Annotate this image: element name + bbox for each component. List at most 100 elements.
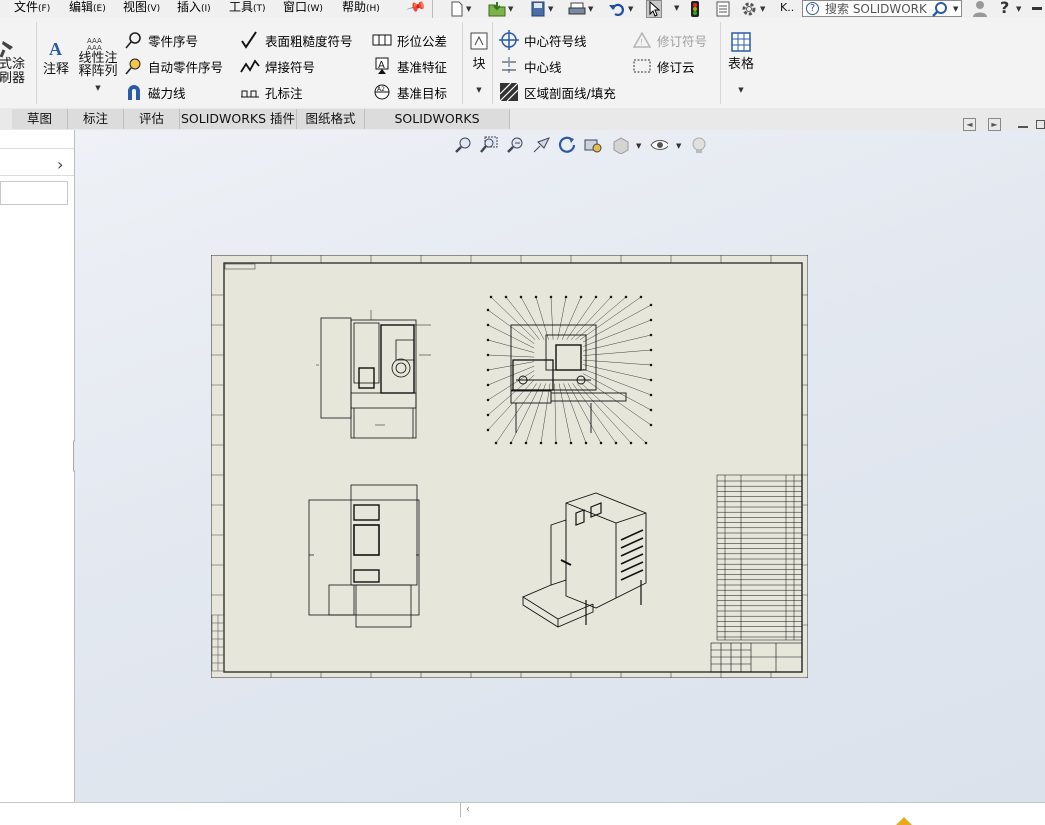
print-button[interactable]: ▼ [568,0,593,18]
revision-cloud-button[interactable]: 修订云 [632,56,695,76]
search-dropdown-icon[interactable]: ▼ [953,5,958,13]
help-button[interactable]: ? [1000,0,1009,17]
menu-view[interactable]: 视图(V) [123,0,160,18]
search-icon[interactable] [931,1,949,17]
weld-symbol-button[interactable]: 焊接符号 [240,56,315,76]
tab-solidworks-inspection[interactable]: SOLIDWORKS Inspection [365,109,510,146]
datum-target-button[interactable]: A2 基准目标 [372,82,447,102]
area-hatch-label: 区域剖面线/填充 [524,85,616,101]
panel-divider [0,148,74,149]
new-document-button[interactable]: ▼ [450,0,471,18]
menu-file[interactable]: 文件(F) [14,0,50,18]
revision-symbol-icon: ! [632,31,652,48]
area-hatch-icon [499,82,519,102]
block-label: 块 [472,57,486,72]
note-label: 注释 [42,62,69,77]
auto-balloon-button[interactable]: 自动零件序号 [125,56,223,76]
hole-callout-button[interactable]: 孔标注 [240,82,303,102]
display-style-icon[interactable] [612,136,630,154]
hide-show-dropdown-icon[interactable]: ▼ [676,142,681,150]
menu-window[interactable]: 窗口(W) [283,0,323,18]
cursor-icon [649,1,661,17]
centerline-label: 中心线 [524,59,562,75]
tab-evaluate[interactable]: 评估 [124,109,180,129]
table-icon [731,32,751,52]
gdt-button[interactable]: 形位公差 [372,30,447,50]
next-sheet-icon[interactable]: ► [988,118,1001,131]
linear-note-pattern-button[interactable]: AAA AAA 线性注 释阵列 ▼ [77,36,119,92]
tab-sheet-format[interactable]: 图纸格式 [297,109,365,129]
menu-insert[interactable]: 插入(I) [177,0,211,18]
filter-input[interactable] [0,181,68,205]
rebuild-button[interactable] [690,0,700,18]
balloon-icon [125,32,141,49]
balloon-button[interactable]: 零件序号 [125,30,198,50]
area-hatch-button[interactable]: 区域剖面线/填充 [499,82,616,102]
panel-divider [0,175,74,176]
status-bar: ‹ [0,802,1045,825]
table-dropdown-icon[interactable]: ▼ [726,86,756,94]
chevron-right-icon[interactable]: › [57,155,63,174]
appearance-icon[interactable] [690,136,708,154]
svg-text:A: A [49,39,62,58]
auto-balloon-label: 自动零件序号 [148,59,224,75]
file-properties-button[interactable] [716,0,730,18]
ribbon-separator [36,22,37,104]
search-box[interactable]: ? 搜索 SOLIDWORKS ▼ [802,0,962,17]
command-manager-tabs: 草图 标注 评估 SOLIDWORKS 插件 图纸格式 SOLIDWORKS I… [0,108,1045,146]
zoom-to-area-icon[interactable] [480,136,498,154]
search-input[interactable]: 搜索 SOLIDWORKS [825,1,927,17]
hide-show-items-icon[interactable] [650,136,668,154]
zoom-to-fit-icon[interactable] [454,136,472,154]
help-dropdown-icon[interactable]: ▼ [1016,5,1021,13]
window-minimize-icon[interactable] [1018,126,1028,128]
pin-icon[interactable]: 📌 [405,0,427,18]
surface-finish-button[interactable]: 表面粗糙度符号 [240,30,353,50]
svg-text:A: A [378,60,385,71]
dynamic-annotation-icon[interactable] [532,136,550,154]
linear-note-pattern-dropdown-icon[interactable]: ▼ [77,84,119,92]
window-restore-icon[interactable] [1036,120,1045,129]
revision-cloud-icon [633,59,651,73]
undo-button[interactable]: ▼ [608,0,633,18]
tab-annotation[interactable]: 标注 [68,109,124,129]
centerline-icon [502,57,516,75]
table-button[interactable]: 表格 ▼ [726,32,756,94]
tab-sketch[interactable]: 草图 [12,109,68,129]
new-document-icon [451,1,463,17]
datum-target-icon: A2 [374,84,390,100]
format-painter-icon[interactable] [0,40,16,58]
menu-help[interactable]: 帮助(H) [342,0,380,18]
block-dropdown-icon[interactable]: ▼ [468,86,490,94]
save-button[interactable]: ▼ [530,0,553,18]
display-style-dropdown-icon[interactable]: ▼ [636,142,641,150]
table-label: 表格 [727,57,754,72]
select-button[interactable] [646,0,662,18]
balloon-label: 零件序号 [148,33,199,49]
user-icon[interactable] [972,0,988,18]
menu-tools[interactable]: 工具(T) [229,0,266,18]
magnetic-line-label: 磁力线 [148,85,186,101]
open-button[interactable]: ▼ [488,0,513,18]
previous-sheet-icon[interactable]: ◄ [963,118,976,131]
minimize-icon[interactable] [1032,7,1042,10]
revision-symbol-button[interactable]: ! 修订符号 [632,30,707,50]
options-button[interactable]: ▼ [740,0,765,18]
tab-solidworks-addins[interactable]: SOLIDWORKS 插件 [180,109,297,129]
format-painter-label[interactable]: 式涂 刷器 [0,58,25,86]
menu-edit[interactable]: 编辑(E) [69,0,106,18]
ribbon-separator [720,22,721,104]
magnetic-line-button[interactable]: 磁力线 [125,82,186,102]
datum-feature-button[interactable]: A 基准特征 [372,56,447,76]
scroll-left-icon[interactable]: ‹ [466,804,470,815]
block-button[interactable]: 块 ▼ [468,32,490,94]
rotate-view-icon[interactable] [558,136,576,154]
note-button[interactable]: A 注释 [42,38,70,77]
status-segment [0,803,461,817]
drawing-sheet[interactable] [211,255,808,678]
center-mark-button[interactable]: 中心符号线 [499,30,587,50]
previous-view-icon[interactable] [506,136,524,154]
centerline-button[interactable]: 中心线 [499,56,562,76]
view-settings-icon[interactable] [584,136,602,154]
select-dropdown-icon[interactable]: ▼ [674,4,679,12]
